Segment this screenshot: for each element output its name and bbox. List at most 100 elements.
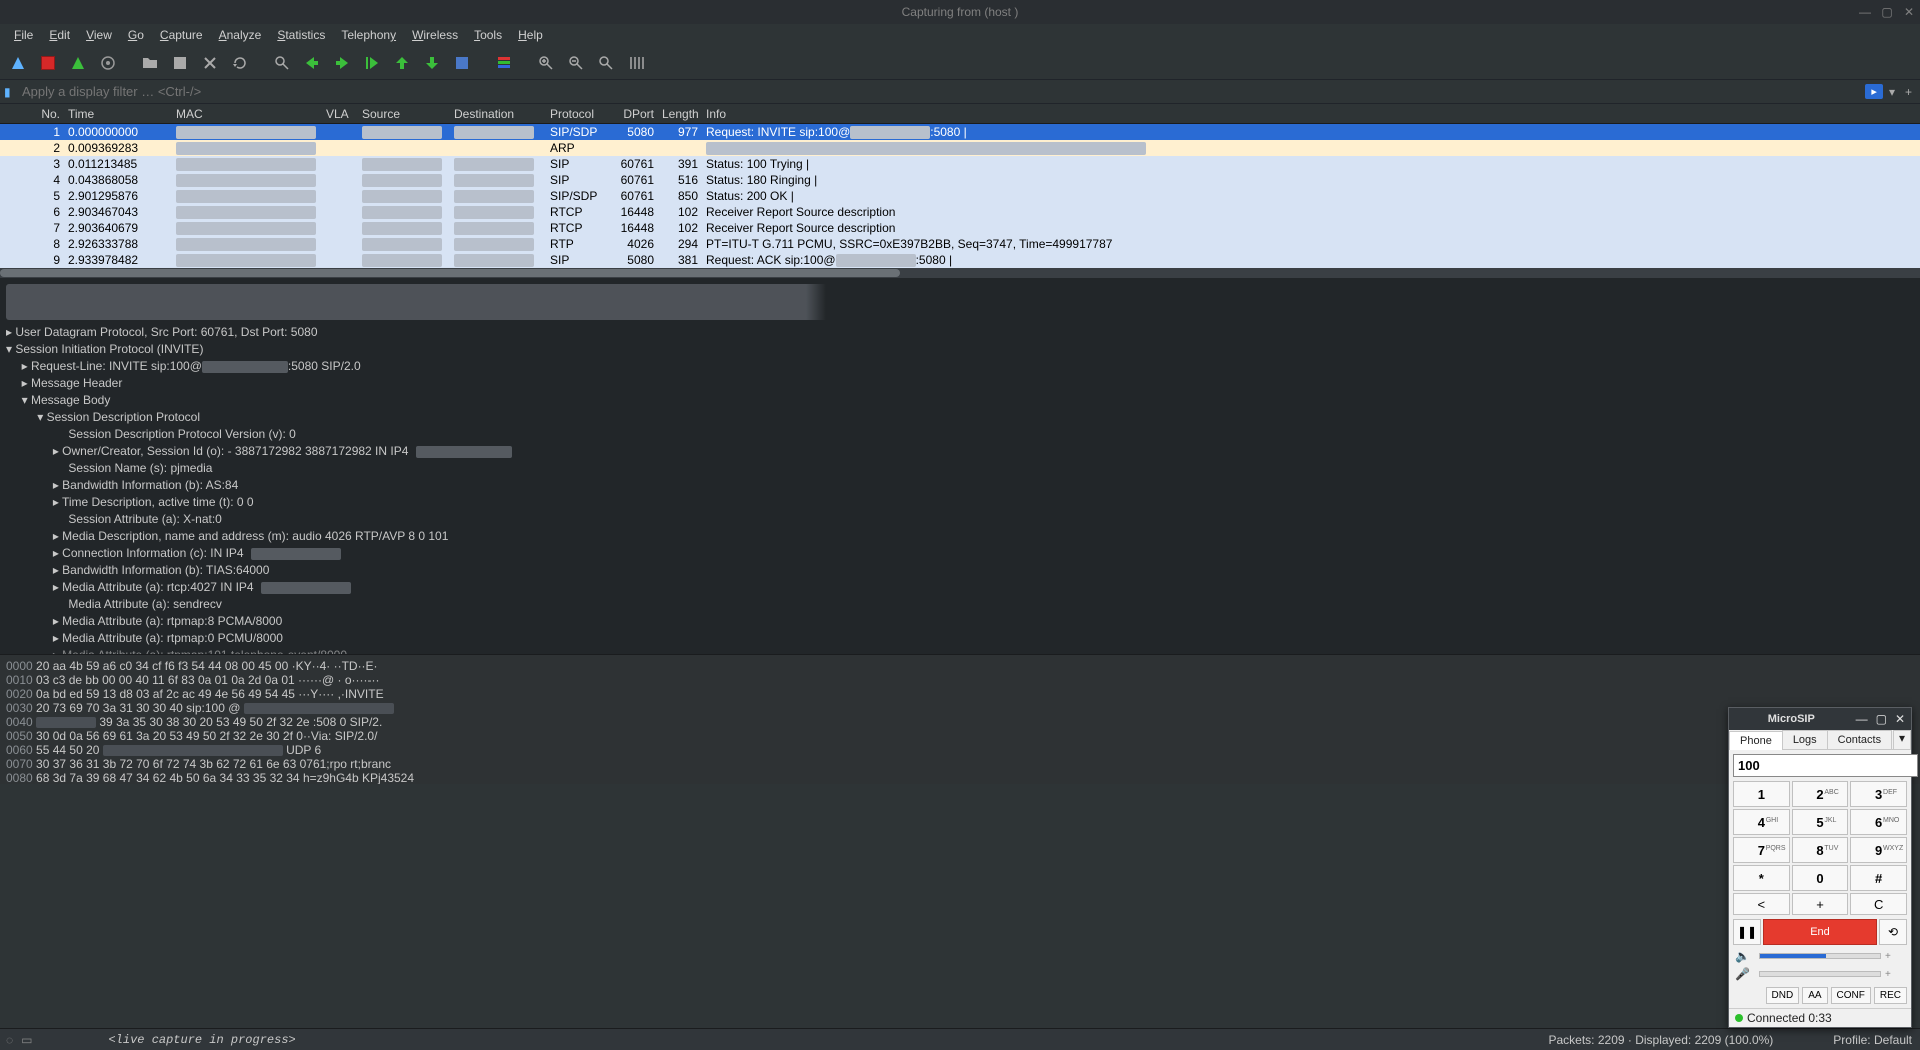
dialpad-key-7[interactable]: 7PQRS xyxy=(1733,837,1790,863)
microsip-speaker-icon[interactable]: 🔈 xyxy=(1735,949,1755,963)
hex-line[interactable]: 0040 39 3a 35 30 38 30 20 53 49 50 2f 32… xyxy=(6,715,1914,729)
go-last-icon[interactable] xyxy=(420,51,444,75)
microsip-rec-button[interactable]: REC xyxy=(1874,987,1907,1004)
packet-row[interactable]: 82.926333788RTP4026294PT=ITU-T G.711 PCM… xyxy=(0,236,1920,252)
go-back-icon[interactable] xyxy=(300,51,324,75)
tree-sdp-rtcp[interactable]: Media Attribute (a): rtcp:4027 IN IP4 xyxy=(62,580,253,594)
hex-line[interactable]: 0020 0a bd ed 59 13 d8 03 af 2c ac 49 4e… xyxy=(6,687,1914,701)
microsip-minimize-icon[interactable]: — xyxy=(1856,712,1868,726)
tree-sdp-sendrecv[interactable]: Media Attribute (a): sendrecv xyxy=(68,597,221,611)
filter-apply-button[interactable]: ▸ xyxy=(1865,84,1883,99)
tree-sdp[interactable]: Session Description Protocol xyxy=(47,410,200,424)
tree-sdp-pcma[interactable]: Media Attribute (a): rtpmap:8 PCMA/8000 xyxy=(62,614,282,628)
menu-tools[interactable]: Tools xyxy=(466,26,510,44)
column-time[interactable]: Time xyxy=(64,106,172,122)
column-vla[interactable]: VLA xyxy=(322,106,358,122)
menu-telephony[interactable]: Telephony xyxy=(333,26,404,44)
filter-dropdown-icon[interactable]: ▾ xyxy=(1885,85,1899,99)
microsip-mic-plus-icon[interactable]: + xyxy=(1885,969,1905,980)
packet-row[interactable]: 62.903467043RTCP16448102Receiver Report … xyxy=(0,204,1920,220)
microsip-titlebar[interactable]: MicroSIP — ▢ ✕ xyxy=(1729,708,1911,730)
microsip-window[interactable]: MicroSIP — ▢ ✕ Phone Logs Contacts ▾ ▾ 1… xyxy=(1728,707,1912,1028)
reload-icon[interactable] xyxy=(228,51,252,75)
column-destination[interactable]: Destination xyxy=(450,106,546,122)
expert-info-icon[interactable]: ◌ xyxy=(6,1033,13,1047)
microsip-conf-button[interactable]: CONF xyxy=(1831,987,1871,1004)
tree-message-body[interactable]: Message Body xyxy=(31,393,110,407)
microsip-mic-icon[interactable]: 🎤 xyxy=(1735,967,1755,981)
packet-row[interactable]: 40.043868058SIP60761516Status: 180 Ringi… xyxy=(0,172,1920,188)
column-mac[interactable]: MAC xyxy=(172,106,322,122)
dialpad-key-5[interactable]: 5JKL xyxy=(1792,809,1849,835)
filter-add-button[interactable]: + xyxy=(1901,85,1916,99)
microsip-maximize-icon[interactable]: ▢ xyxy=(1876,712,1887,726)
find-packet-icon[interactable] xyxy=(270,51,294,75)
tree-sdp-te[interactable]: Media Attribute (a): rtpmap:101 telephon… xyxy=(62,648,347,654)
column-protocol[interactable]: Protocol xyxy=(546,106,606,122)
packet-row[interactable]: 92.933978482SIP5080381Request: ACK sip:1… xyxy=(0,252,1920,268)
menu-capture[interactable]: Capture xyxy=(152,26,211,44)
packet-row[interactable]: 72.903640679RTCP16448102Receiver Report … xyxy=(0,220,1920,236)
menu-view[interactable]: View xyxy=(78,26,120,44)
display-filter-input[interactable] xyxy=(22,84,1865,99)
menu-edit[interactable]: Edit xyxy=(41,26,78,44)
packet-list-hscrollbar[interactable] xyxy=(0,268,1920,278)
column-source[interactable]: Source xyxy=(358,106,450,122)
packet-list-header[interactable]: No. Time MAC VLA Source Destination Prot… xyxy=(0,104,1920,124)
dialpad-key-*[interactable]: * xyxy=(1733,865,1790,891)
auto-scroll-icon[interactable] xyxy=(450,51,474,75)
go-first-icon[interactable] xyxy=(390,51,414,75)
close-file-icon[interactable] xyxy=(198,51,222,75)
microsip-close-icon[interactable]: ✕ xyxy=(1895,712,1905,726)
stop-capture-icon[interactable] xyxy=(36,51,60,75)
microsip-plus-button[interactable]: + xyxy=(1792,893,1849,915)
hex-line[interactable]: 0050 30 0d 0a 56 69 61 3a 20 53 49 50 2f… xyxy=(6,729,1914,743)
packet-row[interactable]: 20.009369283ARP xyxy=(0,140,1920,156)
capture-options-icon[interactable] xyxy=(96,51,120,75)
column-no[interactable]: No. xyxy=(0,106,64,122)
menu-help[interactable]: Help xyxy=(510,26,551,44)
column-info[interactable]: Info xyxy=(702,106,1920,122)
column-length[interactable]: Length xyxy=(658,106,702,122)
column-dport[interactable]: DPort xyxy=(606,106,658,122)
colorize-icon[interactable] xyxy=(492,51,516,75)
microsip-dnd-button[interactable]: DND xyxy=(1766,987,1800,1004)
dialpad-key-#[interactable]: # xyxy=(1850,865,1907,891)
zoom-reset-icon[interactable] xyxy=(594,51,618,75)
microsip-transfer-button[interactable]: ⟲ xyxy=(1879,919,1907,945)
packet-row[interactable]: 52.901295876SIP/SDP60761850Status: 200 O… xyxy=(0,188,1920,204)
window-close-icon[interactable]: ✕ xyxy=(1902,5,1916,19)
dialpad-key-3[interactable]: 3DEF xyxy=(1850,781,1907,807)
go-to-packet-icon[interactable] xyxy=(360,51,384,75)
microsip-tab-phone[interactable]: Phone xyxy=(1729,731,1783,750)
dialpad-key-9[interactable]: 9WXYZ xyxy=(1850,837,1907,863)
tree-sdp-m[interactable]: Media Description, name and address (m):… xyxy=(62,529,448,543)
status-profile[interactable]: Profile: Default xyxy=(1833,1033,1920,1047)
menu-go[interactable]: Go xyxy=(120,26,152,44)
hex-line[interactable]: 0080 68 3d 7a 39 68 47 34 62 4b 50 6a 34… xyxy=(6,771,1914,784)
microsip-tab-logs[interactable]: Logs xyxy=(1782,730,1828,749)
tree-message-header[interactable]: Message Header xyxy=(31,376,122,390)
dialpad-key-1[interactable]: 1 xyxy=(1733,781,1790,807)
tree-sdp-o[interactable]: Owner/Creator, Session Id (o): - 3887172… xyxy=(62,444,408,458)
tree-sip[interactable]: Session Initiation Protocol (INVITE) xyxy=(15,342,203,356)
dialpad-key-0[interactable]: 0 xyxy=(1792,865,1849,891)
window-minimize-icon[interactable]: — xyxy=(1858,5,1872,19)
dialpad-key-4[interactable]: 4GHI xyxy=(1733,809,1790,835)
tree-sdp-b1[interactable]: Bandwidth Information (b): AS:84 xyxy=(62,478,238,492)
dialpad-key-6[interactable]: 6MNO xyxy=(1850,809,1907,835)
packet-row[interactable]: 10.000000000SIP/SDP5080977Request: INVIT… xyxy=(0,124,1920,140)
microsip-aa-button[interactable]: AA xyxy=(1802,987,1827,1004)
hex-line[interactable]: 0060 55 44 50 20 UDP 6 xyxy=(6,743,1914,757)
microsip-tab-contacts[interactable]: Contacts xyxy=(1827,730,1892,749)
tree-udp[interactable]: User Datagram Protocol, Src Port: 60761,… xyxy=(15,325,317,339)
menu-file[interactable]: File xyxy=(6,26,41,44)
menu-wireless[interactable]: Wireless xyxy=(404,26,466,44)
microsip-mic-slider[interactable] xyxy=(1759,971,1881,977)
save-file-icon[interactable] xyxy=(168,51,192,75)
packet-details-pane[interactable]: ▸ User Datagram Protocol, Src Port: 6076… xyxy=(0,278,1920,654)
resize-columns-icon[interactable] xyxy=(624,51,648,75)
tree-sdp-xnat[interactable]: Session Attribute (a): X-nat:0 xyxy=(68,512,221,526)
filter-bookmark-icon[interactable]: ▮ xyxy=(4,85,18,99)
tree-sdp-s[interactable]: Session Name (s): pjmedia xyxy=(68,461,212,475)
